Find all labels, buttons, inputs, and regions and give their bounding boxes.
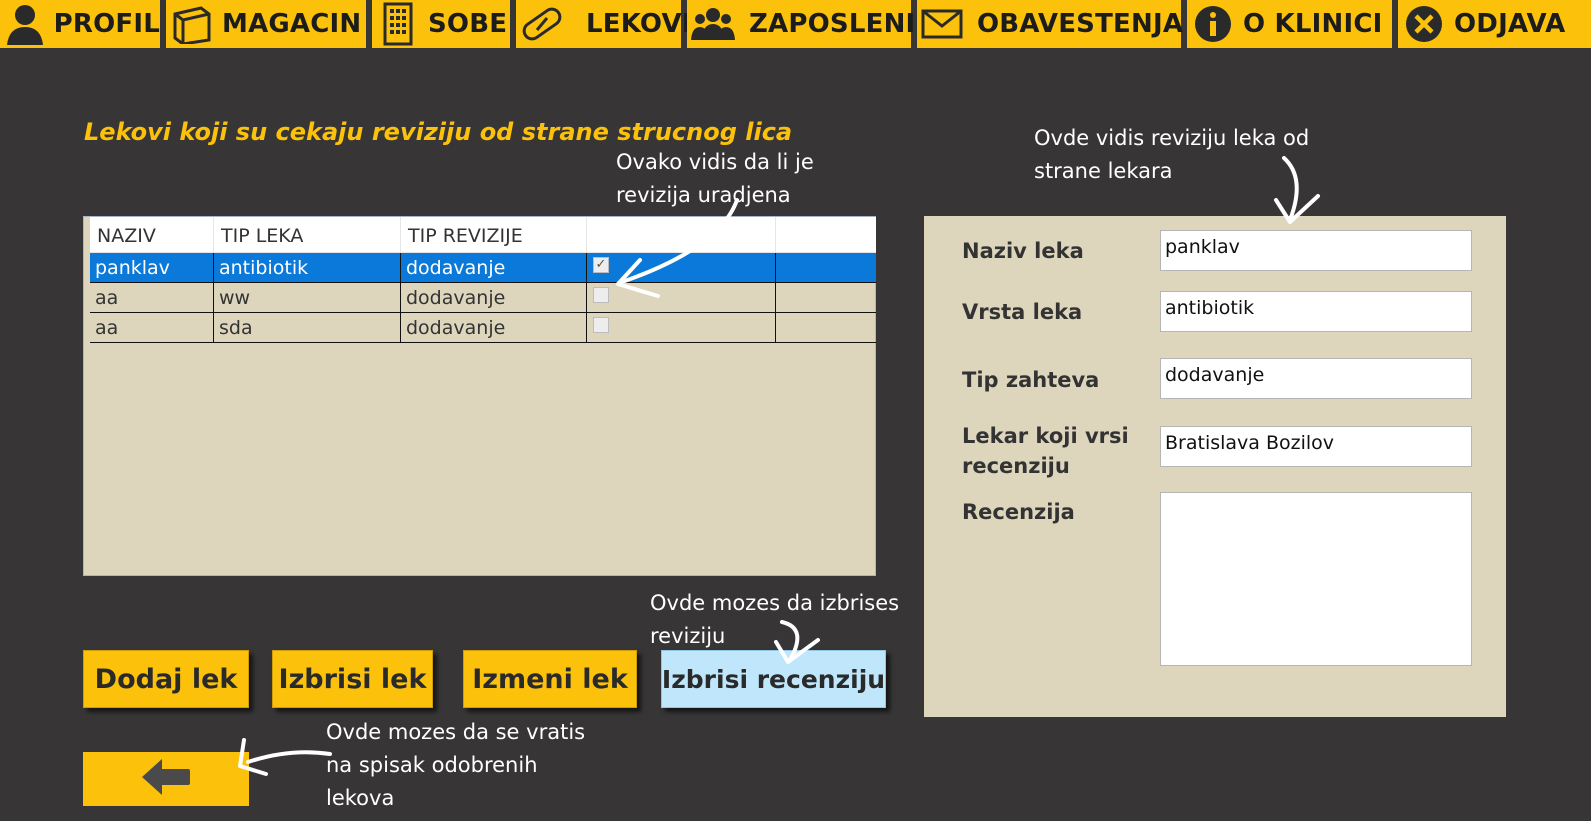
note-line: Ovako vidis da li je xyxy=(616,150,814,174)
request-type-field[interactable]: dodavanje xyxy=(1160,358,1472,399)
review-done-checkbox[interactable] xyxy=(593,317,609,333)
people-icon xyxy=(691,4,735,44)
top-nav: PROFIL MAGACIN SOBE LEKOVI ZAPOSLENI OBA… xyxy=(0,0,1591,48)
nav-o-klinici[interactable]: O KLINICI xyxy=(1187,0,1392,48)
nav-label: ZAPOSLENI xyxy=(749,9,916,39)
note-line: Ovde vidis reviziju leka od xyxy=(1034,126,1310,150)
nav-profil[interactable]: PROFIL xyxy=(0,0,160,48)
drug-type-label: Vrsta leka xyxy=(962,300,1083,324)
column-header-status[interactable] xyxy=(587,217,776,253)
review-done-checkbox[interactable]: ✓ xyxy=(593,257,609,273)
column-header-naziv[interactable]: NAZIV xyxy=(90,217,214,253)
cell-status xyxy=(587,313,776,343)
note-line: lekova xyxy=(326,786,395,810)
drug-name-field[interactable]: panklav xyxy=(1160,230,1472,271)
box-icon xyxy=(170,4,214,44)
delete-drug-button[interactable]: Izbrisi lek xyxy=(272,650,433,708)
note-line: Ovde mozes da se vratis xyxy=(326,720,586,744)
delete-review-button[interactable]: Izbrisi recenziju xyxy=(661,650,886,708)
cell-tip-revizije: dodavanje xyxy=(401,253,587,283)
edit-drug-button[interactable]: Izmeni lek xyxy=(463,650,637,708)
note-review: Ovde vidis reviziju leka od strane lekar… xyxy=(1034,122,1309,188)
arrow-left-icon xyxy=(140,757,192,801)
note-line: reviziju xyxy=(650,624,726,648)
reviewer-field[interactable]: Bratislava Bozilov xyxy=(1160,426,1472,467)
info-icon xyxy=(1191,4,1235,44)
reviewer-label-line: Lekar koji vrsi xyxy=(962,424,1129,448)
drug-name-label: Naziv leka xyxy=(962,239,1084,263)
envelope-icon xyxy=(921,4,963,44)
nav-label: ODJAVA xyxy=(1454,9,1566,39)
review-label: Recenzija xyxy=(962,500,1075,524)
cell-tip-leka: antibiotik xyxy=(214,253,401,283)
note-line: revizija uradjena xyxy=(616,183,791,207)
nav-label: OBAVESTENJA xyxy=(977,9,1184,39)
page-title: Lekovi koji su cekaju reviziju od strane… xyxy=(84,118,793,146)
note-line: Ovde mozes da izbrises xyxy=(650,591,900,615)
review-table: NAZIV TIP LEKA TIP REVIZIJE panklav anti… xyxy=(83,216,876,576)
cell-tip-revizije: dodavanje xyxy=(401,283,587,313)
table-row[interactable]: panklav antibiotik dodavanje ✓ xyxy=(90,253,876,283)
nav-label: PROFIL xyxy=(53,9,160,39)
table-row[interactable]: aa ww dodavanje xyxy=(90,283,876,313)
nav-lekovi[interactable]: LEKOVI xyxy=(516,0,692,48)
nav-label: SOBE xyxy=(428,9,508,39)
cell-tip-leka: ww xyxy=(214,283,401,313)
add-drug-button[interactable]: Dodaj lek xyxy=(83,650,249,708)
column-header-tip-revizije[interactable]: TIP REVIZIJE xyxy=(401,217,587,253)
nav-label: LEKOVI xyxy=(586,9,692,39)
nav-sobe[interactable]: SOBE xyxy=(372,0,510,48)
note-checkbox: Ovako vidis da li je revizija uradjena xyxy=(616,146,814,212)
person-icon xyxy=(4,4,46,45)
cell-status xyxy=(587,283,776,313)
nav-label: O KLINICI xyxy=(1243,9,1383,39)
nav-zaposleni[interactable]: ZAPOSLENI xyxy=(687,0,915,48)
pill-icon xyxy=(520,4,564,44)
drug-type-field[interactable]: antibiotik xyxy=(1160,291,1472,332)
nav-magacin[interactable]: MAGACIN xyxy=(166,0,366,48)
note-line: strane lekara xyxy=(1034,159,1173,183)
note-delete: Ovde mozes da izbrises reviziju xyxy=(650,587,899,653)
nav-label: MAGACIN xyxy=(222,9,362,39)
note-line: na spisak odobrenih xyxy=(326,753,538,777)
close-circle-icon xyxy=(1402,4,1446,44)
reviewer-label-line: recenziju xyxy=(962,454,1070,478)
table-header: NAZIV TIP LEKA TIP REVIZIJE xyxy=(90,217,876,253)
cell-tip-revizije: dodavanje xyxy=(401,313,587,343)
table-row[interactable]: aa sda dodavanje xyxy=(90,313,876,343)
cell-tip-leka: sda xyxy=(214,313,401,343)
review-done-checkbox[interactable] xyxy=(593,287,609,303)
nav-odjava[interactable]: ODJAVA xyxy=(1398,0,1591,48)
review-details-panel: Naziv leka panklav Vrsta leka antibiotik… xyxy=(924,216,1506,717)
note-back: Ovde mozes da se vratis na spisak odobre… xyxy=(326,716,585,815)
cell-status: ✓ xyxy=(587,253,776,283)
back-button[interactable] xyxy=(83,752,249,806)
building-icon xyxy=(376,2,420,46)
request-type-label: Tip zahteva xyxy=(962,368,1100,392)
reviewer-label: Lekar koji vrsi recenziju xyxy=(962,421,1129,481)
arrow-to-back xyxy=(246,750,332,764)
cell-naziv: aa xyxy=(90,313,214,343)
nav-obavestenja[interactable]: OBAVESTENJA xyxy=(917,0,1184,48)
cell-naziv: aa xyxy=(90,283,214,313)
cell-naziv: panklav xyxy=(90,253,214,283)
column-header-tip-leka[interactable]: TIP LEKA xyxy=(214,217,401,253)
review-textarea[interactable] xyxy=(1160,492,1472,666)
